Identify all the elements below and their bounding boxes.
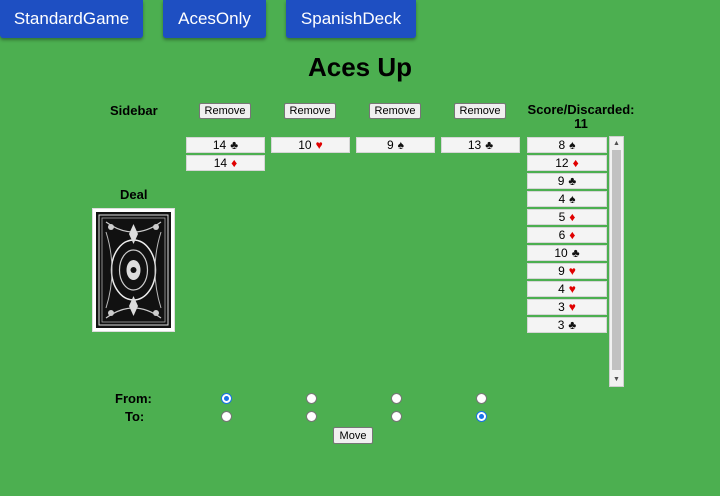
card-rank: 12	[555, 156, 569, 170]
card-suit-icon: ♠	[569, 138, 576, 152]
remove-button-4[interactable]: Remove	[454, 103, 506, 119]
discard-card: 9 ♥	[527, 263, 607, 279]
card-back-pattern-icon	[96, 212, 171, 328]
card-rank: 9	[557, 174, 565, 188]
card-suit-icon: ♣	[568, 174, 577, 188]
from-radio-1[interactable]	[221, 393, 232, 404]
card-rank: 8	[558, 138, 566, 152]
card-suit-icon: ♦	[569, 210, 576, 224]
card-suit-icon: ♦	[572, 156, 579, 170]
card-rank: 9	[386, 138, 394, 152]
discard-card: 12 ♦	[527, 155, 607, 171]
score-label: Score/Discarded:	[527, 102, 635, 117]
card-rank: 13	[467, 138, 482, 152]
sidebar-label: Sidebar	[110, 103, 158, 118]
discard-card: 3 ♥	[527, 299, 607, 315]
card-rank: 10	[554, 246, 568, 260]
card-suit-icon: ♥	[568, 264, 576, 278]
card-suit-icon: ♦	[231, 156, 238, 170]
to-radio-2[interactable]	[306, 411, 317, 422]
score-panel: Score/Discarded: 11	[526, 103, 636, 131]
card-rank: 6	[558, 228, 566, 242]
deal-label: Deal	[120, 187, 148, 202]
standard-game-button[interactable]: StandardGame	[0, 0, 143, 38]
tableau-card: 13 ♣	[441, 137, 520, 153]
card-rank: 4	[558, 192, 566, 206]
card-suit-icon: ♦	[569, 228, 576, 242]
card-rank: 3	[558, 300, 565, 314]
from-radio-2[interactable]	[306, 393, 317, 404]
card-rank: 4	[558, 282, 565, 296]
from-label: From:	[115, 391, 152, 406]
card-suit-icon: ♣	[568, 318, 577, 332]
discard-card: 3 ♣	[527, 317, 607, 333]
to-label: To:	[125, 409, 145, 424]
to-radio-3[interactable]	[391, 411, 402, 422]
scroll-thumb[interactable]	[612, 150, 621, 370]
move-button[interactable]: Move	[333, 427, 373, 444]
card-suit-icon: ♥	[568, 282, 576, 296]
card-suit-icon: ♥	[315, 138, 323, 152]
card-suit-icon: ♠	[397, 138, 405, 152]
to-radio-1[interactable]	[221, 411, 232, 422]
remove-button-1[interactable]: Remove	[199, 103, 251, 119]
card-suit-icon: ♣	[571, 246, 580, 260]
card-rank: 9	[558, 264, 565, 278]
card-suit-icon: ♣	[230, 138, 239, 152]
discard-card: 9 ♣	[527, 173, 607, 189]
aces-only-button[interactable]: AcesOnly	[163, 0, 266, 38]
scroll-up-arrow-icon[interactable]: ▲	[610, 137, 623, 150]
deck-card-back[interactable]	[92, 208, 175, 332]
discard-card: 10 ♣	[527, 245, 607, 261]
game-title: Aces Up	[307, 52, 413, 82]
tableau-card: 10 ♥	[271, 137, 350, 153]
discard-card: 4 ♠	[527, 191, 607, 207]
from-radio-3[interactable]	[391, 393, 402, 404]
card-rank: 5	[558, 210, 566, 224]
discard-card: 5 ♦	[527, 209, 607, 225]
card-rank: 14	[213, 156, 228, 170]
remove-button-3[interactable]: Remove	[369, 103, 421, 119]
spanish-deck-button[interactable]: SpanishDeck	[286, 0, 416, 38]
card-rank: 14	[212, 138, 227, 152]
tableau-card: 14 ♦	[186, 155, 265, 171]
card-rank: 3	[557, 318, 565, 332]
discard-card: 8 ♠	[527, 137, 607, 153]
scroll-down-arrow-icon[interactable]: ▼	[610, 373, 623, 386]
remove-button-2[interactable]: Remove	[284, 103, 336, 119]
card-suit-icon: ♠	[569, 192, 576, 206]
discard-card: 4 ♥	[527, 281, 607, 297]
to-radio-4[interactable]	[476, 411, 487, 422]
discard-scrollbar[interactable]: ▲ ▼	[609, 136, 624, 387]
score-value: 11	[574, 116, 588, 131]
card-suit-icon: ♥	[568, 300, 576, 314]
card-suit-icon: ♣	[485, 138, 494, 152]
tableau-card: 14 ♣	[186, 137, 265, 153]
from-radio-4[interactable]	[476, 393, 487, 404]
discard-card: 6 ♦	[527, 227, 607, 243]
tableau-card: 9 ♠	[356, 137, 435, 153]
card-rank: 10	[298, 138, 312, 152]
